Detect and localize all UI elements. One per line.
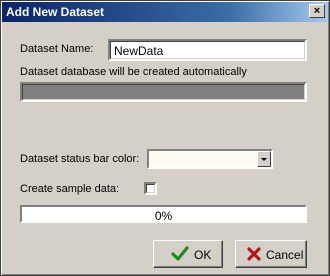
status-color-combo[interactable]: [147, 149, 273, 169]
db-status-bar: [20, 82, 307, 102]
progress-bar: 0%: [20, 205, 307, 223]
sample-data-label: Create sample data:: [20, 183, 120, 195]
ok-button[interactable]: OK: [153, 240, 223, 268]
db-note-label: Dataset database will be created automat…: [20, 66, 247, 78]
chevron-down-icon: [261, 158, 267, 161]
dataset-name-input[interactable]: NewData: [108, 39, 307, 61]
dataset-name-label: Dataset Name:: [20, 43, 94, 55]
add-dataset-dialog: Add New Dataset × Dataset Name: NewData …: [0, 0, 330, 276]
progress-text: 0%: [154, 209, 173, 223]
close-icon: ×: [313, 5, 321, 17]
ok-label: OK: [194, 248, 212, 262]
sample-data-checkbox[interactable]: [144, 182, 157, 195]
window-title: Add New Dataset: [6, 5, 105, 19]
cancel-button[interactable]: Cancel: [235, 240, 307, 268]
title-bar[interactable]: Add New Dataset ×: [2, 2, 328, 22]
x-icon: [247, 247, 261, 261]
color-swatch: [150, 152, 259, 166]
close-button[interactable]: ×: [309, 4, 325, 18]
cancel-label: Cancel: [266, 248, 304, 262]
color-dropdown-button[interactable]: [257, 151, 271, 167]
status-color-label: Dataset status bar color:: [20, 153, 140, 165]
dataset-name-value: NewData: [114, 44, 164, 58]
check-icon: [171, 246, 189, 261]
